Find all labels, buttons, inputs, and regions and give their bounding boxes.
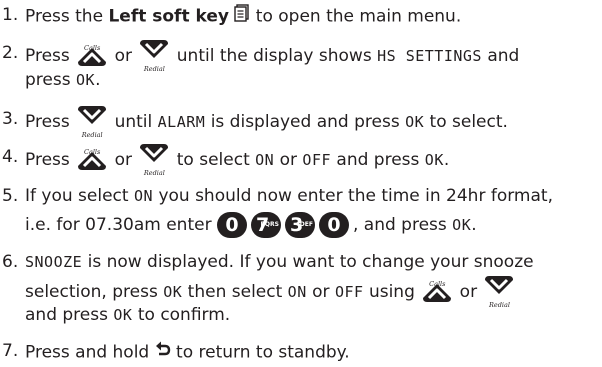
nav-down-icon: Redial: [75, 105, 109, 139]
key-3-icon: 3 DEF: [284, 212, 315, 238]
step-number: 4.: [2, 147, 19, 167]
instruction-steps: 1. Press the Left soft key to open the m…: [0, 0, 602, 367]
step-number: 1.: [2, 5, 19, 25]
nav-up-icon: Calls: [75, 143, 109, 171]
nav-down-icon: Redial: [482, 275, 516, 309]
nav-up-icon: Calls: [75, 39, 109, 67]
key-0-icon: 0: [216, 212, 247, 238]
nav-down-icon: Redial: [137, 143, 171, 177]
step-text: Press the: [25, 6, 109, 27]
display-text: HS SETTINGS: [377, 47, 482, 65]
key-0-icon: 0: [318, 212, 349, 238]
display-text: OK: [76, 71, 96, 89]
step-number: 7.: [2, 341, 19, 361]
step-number: 6.: [2, 252, 19, 272]
display-text: OK: [405, 113, 425, 131]
key-7-icon: 7 PQRS: [250, 212, 281, 238]
back-key-icon: [155, 340, 171, 365]
nav-up-icon: Calls: [420, 275, 454, 303]
menu-key-icon: [234, 4, 250, 29]
step-text: to open the main menu.: [250, 6, 462, 27]
display-text: ALARM: [157, 113, 206, 131]
step-number: 2.: [2, 43, 19, 63]
step-number: 3.: [2, 109, 19, 129]
left-soft-key-label: Left soft key: [108, 6, 229, 27]
nav-down-icon: Redial: [137, 39, 171, 73]
step-number: 5.: [2, 186, 19, 206]
